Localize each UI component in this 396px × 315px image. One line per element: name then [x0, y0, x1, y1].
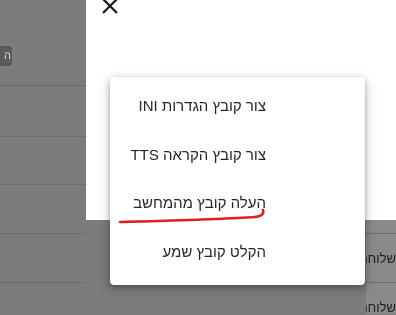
file-options-menu: צור קובץ הגדרות INI צור קובץ הקראה TTS ה…: [110, 77, 365, 285]
background-badge: ה: [0, 46, 12, 66]
menu-item-create-ini[interactable]: צור קובץ הגדרות INI: [110, 83, 365, 131]
row-divider: [0, 184, 86, 185]
row-label-extension: שלוחה: [366, 300, 396, 315]
menu-item-create-tts[interactable]: צור קובץ הקראה TTS: [110, 132, 365, 180]
red-annotation-underline: [118, 208, 265, 224]
row-divider: [0, 233, 86, 234]
row-divider: [0, 85, 86, 86]
row-label-extension: שלוחה: [366, 251, 396, 266]
row-divider: [366, 282, 396, 283]
row-divider: [0, 282, 86, 283]
row-divider: [366, 233, 396, 234]
row-divider: [0, 136, 86, 137]
menu-item-record-audio[interactable]: הקלט קובץ שמע: [110, 229, 365, 277]
close-icon[interactable]: [98, 0, 122, 18]
